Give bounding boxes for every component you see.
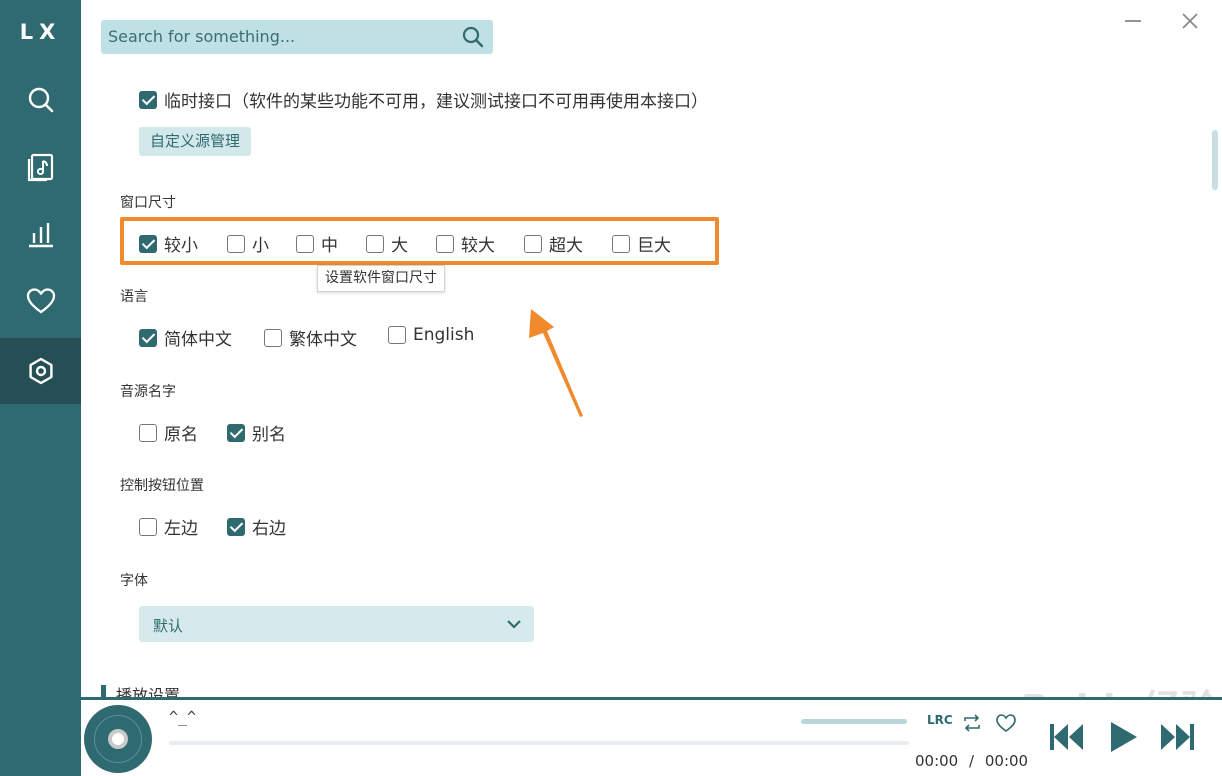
- checkbox[interactable]: [388, 326, 406, 344]
- scrollbar[interactable]: [1212, 130, 1218, 190]
- option-label: 较小: [164, 236, 198, 256]
- sidebar-item-search[interactable]: [0, 67, 81, 133]
- language-option[interactable]: English: [388, 325, 474, 345]
- checkbox[interactable]: [436, 234, 454, 253]
- option-label: 繁体中文: [289, 330, 357, 350]
- chevron-down-icon: [507, 620, 521, 629]
- tooltip: 设置软件窗口尺寸: [317, 265, 445, 292]
- window-size-option[interactable]: 超大: [524, 231, 583, 256]
- option-label: 中: [321, 236, 338, 256]
- total-time: 00:00: [984, 752, 1029, 770]
- option-label: 原名: [164, 425, 198, 445]
- language-option[interactable]: 繁体中文: [264, 325, 357, 350]
- checkbox[interactable]: [139, 517, 157, 536]
- option-label: 右边: [252, 519, 286, 539]
- window-size-option[interactable]: 大: [366, 231, 408, 256]
- control-position-option[interactable]: 左边: [139, 514, 198, 539]
- custom-source-button[interactable]: 自定义源管理: [139, 127, 252, 156]
- option-label: 简体中文: [164, 330, 232, 350]
- temp-api-option[interactable]: 临时接口（软件的某些功能不可用，建议测试接口不可用再使用本接口）: [139, 87, 708, 112]
- font-title: 字体: [120, 573, 148, 589]
- option-label: 别名: [252, 425, 286, 445]
- next-icon[interactable]: [1157, 719, 1197, 755]
- checkbox[interactable]: [612, 234, 630, 253]
- option-label: 大: [391, 236, 408, 256]
- current-time: 00:00: [915, 752, 959, 770]
- option-label: 小: [252, 236, 269, 256]
- music-file-icon: [27, 153, 53, 182]
- option-label: 左边: [164, 519, 198, 539]
- heart-icon: [26, 288, 55, 314]
- window-size-option[interactable]: 较大: [436, 231, 495, 256]
- source-name-option[interactable]: 别名: [227, 420, 286, 445]
- window-size-title: 窗口尺寸: [120, 195, 176, 211]
- font-select[interactable]: 默认: [139, 606, 534, 642]
- gear-icon: [28, 357, 53, 385]
- checkbox[interactable]: [524, 234, 542, 253]
- checkbox[interactable]: [139, 90, 157, 109]
- time-separator: /: [969, 752, 975, 770]
- control-position-title: 控制按钮位置: [120, 478, 204, 494]
- sidebar-item-settings[interactable]: [0, 338, 81, 404]
- control-position-option[interactable]: 右边: [227, 514, 286, 539]
- sidebar-item-song-list[interactable]: [0, 134, 81, 200]
- checkbox[interactable]: [139, 328, 157, 347]
- sidebar: LX: [0, 0, 81, 776]
- disc-hub: [108, 729, 128, 749]
- source-name-option[interactable]: 原名: [139, 420, 198, 445]
- checkbox[interactable]: [139, 234, 157, 253]
- album-disc[interactable]: [84, 705, 152, 773]
- play-icon[interactable]: [1103, 719, 1143, 755]
- checkbox[interactable]: [227, 423, 245, 442]
- temp-api-label: 临时接口（软件的某些功能不可用，建议测试接口不可用再使用本接口）: [164, 92, 708, 112]
- source-name-title: 音源名字: [120, 384, 176, 400]
- settings-panel: Search for something... 临时接口（软件的某些功能不可用，…: [81, 0, 1222, 776]
- close-icon[interactable]: [1179, 10, 1201, 32]
- checkbox[interactable]: [366, 234, 384, 253]
- checkbox[interactable]: [264, 328, 282, 347]
- checkbox[interactable]: [227, 517, 245, 536]
- heart-icon[interactable]: [995, 712, 1017, 734]
- bar-chart-icon: [28, 223, 53, 248]
- option-label: 较大: [461, 236, 495, 256]
- volume-slider[interactable]: [801, 719, 907, 724]
- sidebar-item-leaderboard[interactable]: [0, 201, 81, 267]
- time-display: 00:00 / 00:00: [915, 752, 1028, 770]
- search-input[interactable]: Search for something...: [108, 27, 295, 46]
- font-select-value: 默认: [153, 617, 184, 635]
- checkbox[interactable]: [296, 234, 314, 253]
- language-option[interactable]: 简体中文: [139, 325, 232, 350]
- window-size-option[interactable]: 较小: [139, 231, 198, 256]
- annotation-arrow-icon: [529, 309, 583, 417]
- window-size-option[interactable]: 中: [296, 231, 338, 256]
- lyrics-toggle[interactable]: LRC: [927, 713, 953, 727]
- window-size-option[interactable]: 小: [227, 231, 269, 256]
- repeat-icon[interactable]: [961, 712, 983, 734]
- search-box[interactable]: Search for something...: [101, 20, 493, 54]
- player-bar: ^_^ LRC 00:00 / 00:00: [81, 697, 1222, 776]
- app-logo: LX: [19, 20, 62, 44]
- window-size-option[interactable]: 巨大: [612, 231, 671, 256]
- checkbox[interactable]: [139, 423, 157, 442]
- previous-icon[interactable]: [1047, 719, 1087, 755]
- search-icon: [28, 87, 53, 113]
- language-title: 语言: [120, 289, 148, 305]
- song-title: ^_^: [169, 708, 197, 726]
- minimize-icon[interactable]: [1122, 10, 1144, 32]
- checkbox[interactable]: [227, 234, 245, 253]
- progress-bar[interactable]: [169, 741, 909, 745]
- option-label: 超大: [549, 236, 583, 256]
- option-label: English: [413, 325, 475, 345]
- sidebar-item-favorites[interactable]: [0, 268, 81, 334]
- search-icon[interactable]: [461, 25, 485, 49]
- option-label: 巨大: [637, 236, 671, 256]
